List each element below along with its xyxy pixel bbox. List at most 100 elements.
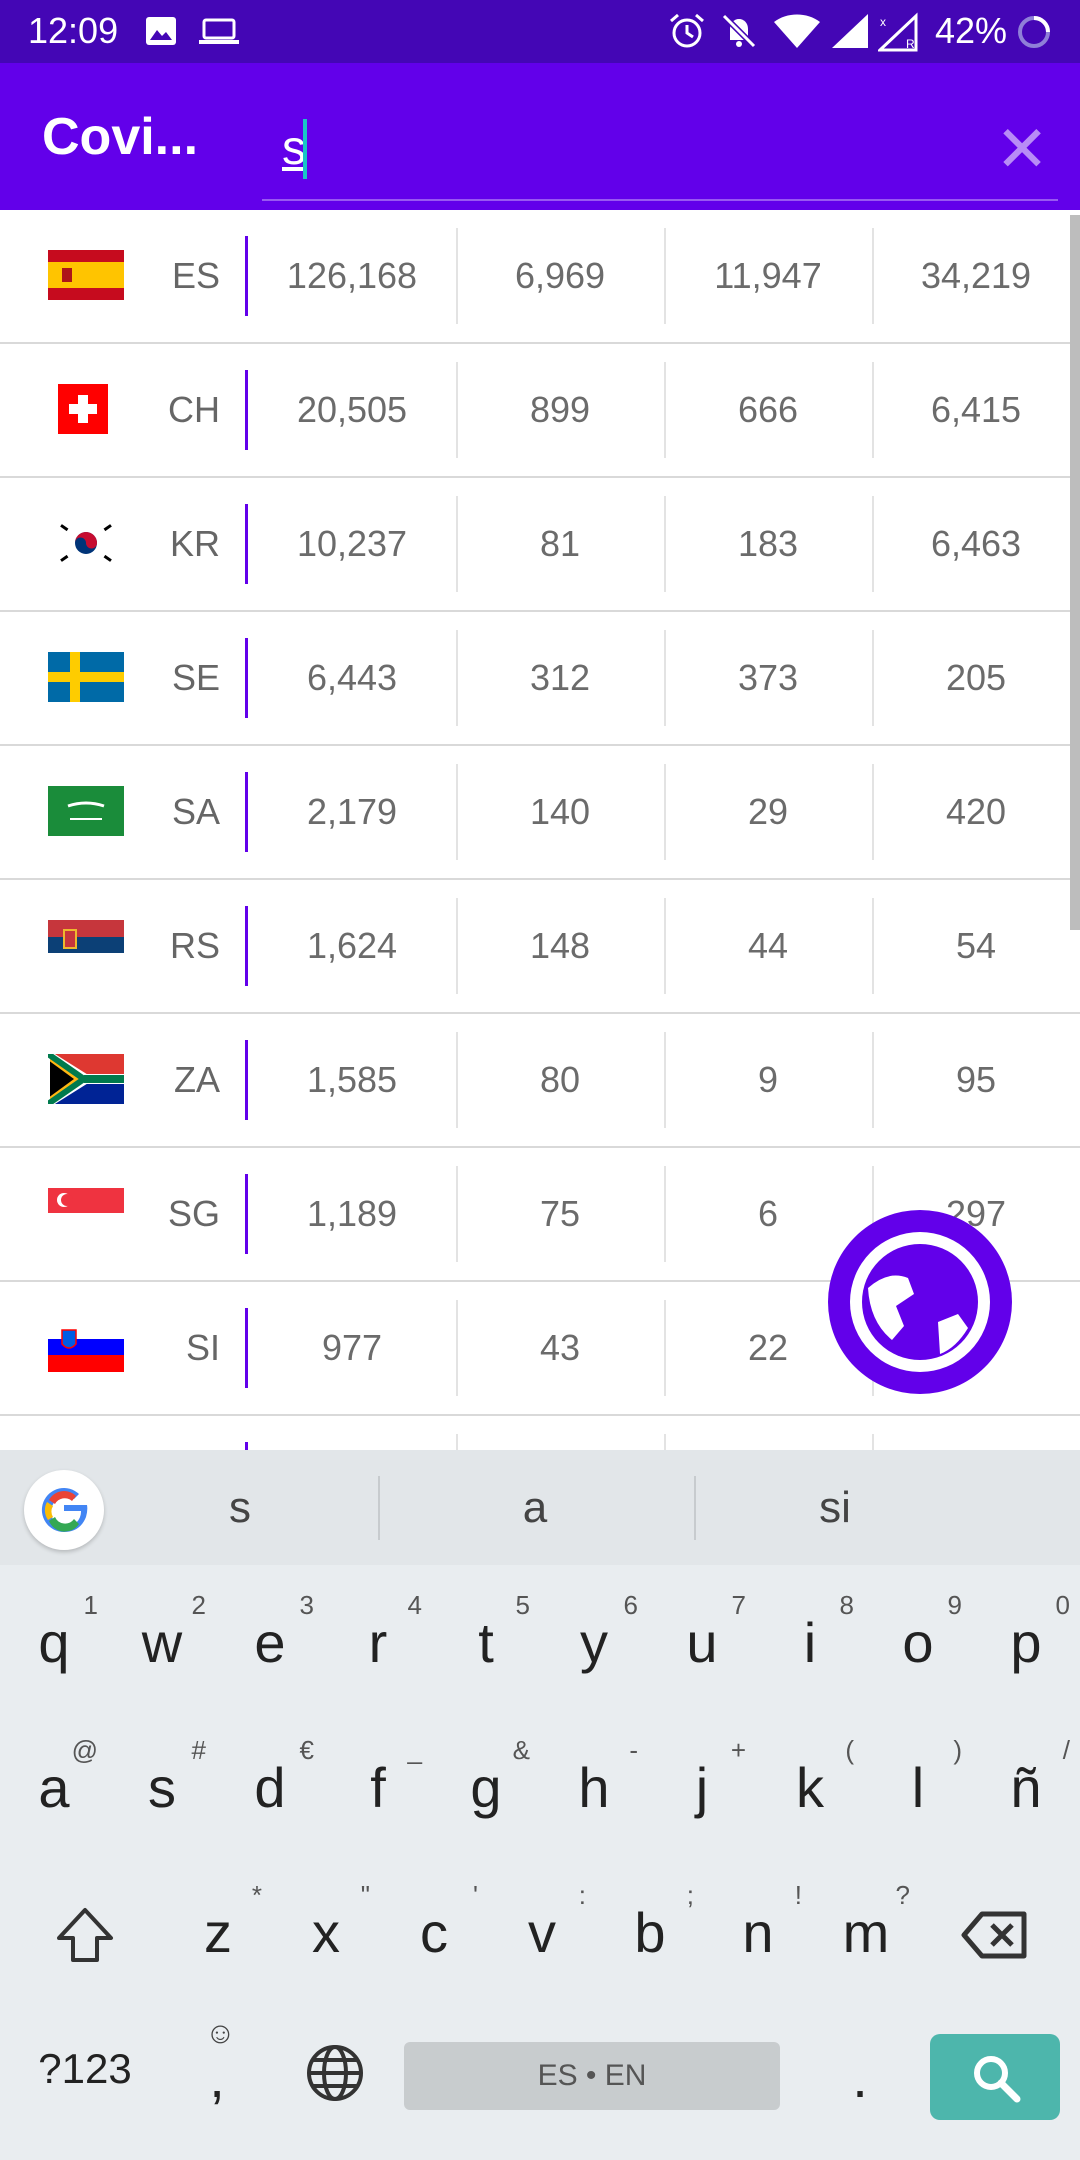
key-w[interactable]: w2 xyxy=(108,1580,216,1700)
table-row[interactable]: SE 6,443 312 373 205 xyxy=(0,612,1080,746)
key-hint: & xyxy=(512,1735,530,1765)
cell-value: 6,443 xyxy=(306,657,398,698)
key-hint: € xyxy=(299,1735,314,1765)
cell-value: 1,585 xyxy=(306,1059,398,1100)
country-code: RS xyxy=(169,925,220,966)
close-icon[interactable]: ✕ xyxy=(982,109,1062,189)
cell-value: 6,969 xyxy=(514,255,606,296)
alarm-icon xyxy=(670,13,704,48)
space-key[interactable]: ES • EN xyxy=(404,2042,780,2110)
table-row[interactable]: ES 126,168 6,969 11,947 34,219 xyxy=(0,210,1080,344)
backspace-key[interactable] xyxy=(930,1870,1060,1990)
key-d[interactable]: d € xyxy=(216,1725,324,1845)
comma-key[interactable]: , ☺ xyxy=(165,2015,269,2135)
key-j[interactable]: j + xyxy=(648,1725,756,1845)
key-k[interactable]: k( xyxy=(756,1725,864,1845)
table-row[interactable]: CH 20,505 899 666 6,415 xyxy=(0,344,1080,478)
key-hint: ( xyxy=(845,1735,854,1765)
key-b[interactable]: b; xyxy=(596,1870,704,1990)
cell-value: 54 xyxy=(955,925,997,966)
key-hint: / xyxy=(1062,1735,1070,1765)
signal-roaming-icon: x R xyxy=(878,12,918,52)
cell-value: 81 xyxy=(539,523,581,564)
app-bar: Covi... ✕ xyxy=(0,63,1080,210)
search-key[interactable] xyxy=(930,2034,1060,2120)
suggestion-item[interactable]: si xyxy=(735,1450,935,1565)
search-field[interactable]: ✕ xyxy=(262,109,1058,201)
key-y[interactable]: y6 xyxy=(540,1580,648,1700)
cell-value: 80 xyxy=(539,1059,581,1100)
suggestion-item[interactable]: a xyxy=(435,1450,635,1565)
key-label: c xyxy=(420,1901,448,1964)
key-t[interactable]: t5 xyxy=(432,1580,540,1700)
key-x[interactable]: x " xyxy=(272,1870,380,1990)
suggestion-item[interactable]: s xyxy=(140,1450,340,1565)
country-code: CH xyxy=(168,389,220,430)
table-row[interactable]: KR 10,237 81 183 6,463 xyxy=(0,478,1080,612)
period-key[interactable]: . xyxy=(800,2015,920,2135)
key-a[interactable]: a @ xyxy=(0,1725,108,1845)
key-hint: ) xyxy=(953,1735,962,1765)
search-input[interactable] xyxy=(282,113,932,183)
divider xyxy=(694,1476,696,1540)
key-m[interactable]: m? xyxy=(812,1870,920,1990)
key-u[interactable]: u7 xyxy=(648,1580,756,1700)
key-r[interactable]: r4 xyxy=(324,1580,432,1700)
key-hint: 2 xyxy=(191,1590,206,1620)
emoji-icon: ☺ xyxy=(205,2017,236,2050)
key-i[interactable]: i8 xyxy=(756,1580,864,1700)
cell-value: 6,415 xyxy=(930,389,1022,430)
cell-value: 75 xyxy=(539,1193,581,1234)
cell-value: 6,463 xyxy=(930,523,1022,564)
key-v[interactable]: v: xyxy=(488,1870,596,1990)
table-row[interactable]: SA 2,179 140 29 420 xyxy=(0,746,1080,880)
globe-icon xyxy=(850,1232,990,1372)
key-g[interactable]: g & xyxy=(432,1725,540,1845)
key-q[interactable]: q1 xyxy=(0,1580,108,1700)
country-code: ZA xyxy=(173,1059,220,1100)
laptop-notification-icon xyxy=(199,18,239,44)
globe-icon xyxy=(307,2045,363,2101)
table-row[interactable]: RS 1,624 148 44 54 xyxy=(0,880,1080,1014)
suggestion-bar: s a si xyxy=(0,1450,1080,1565)
key-z[interactable]: z * xyxy=(164,1870,272,1990)
key-hint: * xyxy=(251,1880,262,1910)
table-row[interactable]: ZA 1,585 80 9 95 xyxy=(0,1014,1080,1148)
key-n-tilde[interactable]: ñ / xyxy=(972,1725,1080,1845)
key-c[interactable]: c ' xyxy=(380,1870,488,1990)
cell-value: 95 xyxy=(955,1059,997,1100)
globe-fab-button[interactable] xyxy=(828,1210,1012,1394)
scrollbar[interactable] xyxy=(1070,215,1080,930)
key-hint: " xyxy=(360,1880,370,1910)
soft-keyboard: s a si q1 w2 e3 r4 t5 y6 u7 i8 o9 p0 a @ … xyxy=(0,1450,1080,2160)
cell-value: 20,505 xyxy=(296,389,408,430)
cell-value: 666 xyxy=(737,389,799,430)
flag-spain-icon xyxy=(48,250,124,300)
key-p[interactable]: p0 xyxy=(972,1580,1080,1700)
cell-value: 29 xyxy=(747,791,789,832)
country-code: SE xyxy=(171,657,220,698)
divider xyxy=(378,1476,380,1540)
signal-icon xyxy=(832,14,868,48)
key-f[interactable]: f _ xyxy=(324,1725,432,1845)
key-n[interactable]: n! xyxy=(704,1870,812,1990)
cell-value: 312 xyxy=(529,657,591,698)
key-l[interactable]: l) xyxy=(864,1725,972,1845)
backspace-icon xyxy=(961,1911,1027,1959)
flag-singapore-icon xyxy=(48,1188,124,1238)
symbols-key[interactable]: ?123 xyxy=(10,2015,160,2135)
cell-value: 34,219 xyxy=(920,255,1032,296)
flag-south-africa-icon xyxy=(48,1054,124,1104)
cell-value: 899 xyxy=(529,389,591,430)
key-h[interactable]: h- xyxy=(540,1725,648,1845)
google-icon[interactable] xyxy=(24,1470,104,1550)
cell-value: 43 xyxy=(539,1327,581,1368)
key-o[interactable]: o9 xyxy=(864,1580,972,1700)
key-e[interactable]: e3 xyxy=(216,1580,324,1700)
shift-key[interactable] xyxy=(20,1870,150,1990)
country-code: SA xyxy=(171,791,220,832)
key-hint: ; xyxy=(686,1880,694,1910)
shift-icon xyxy=(57,1908,113,1962)
key-s[interactable]: s # xyxy=(108,1725,216,1845)
language-key[interactable] xyxy=(280,2015,390,2135)
